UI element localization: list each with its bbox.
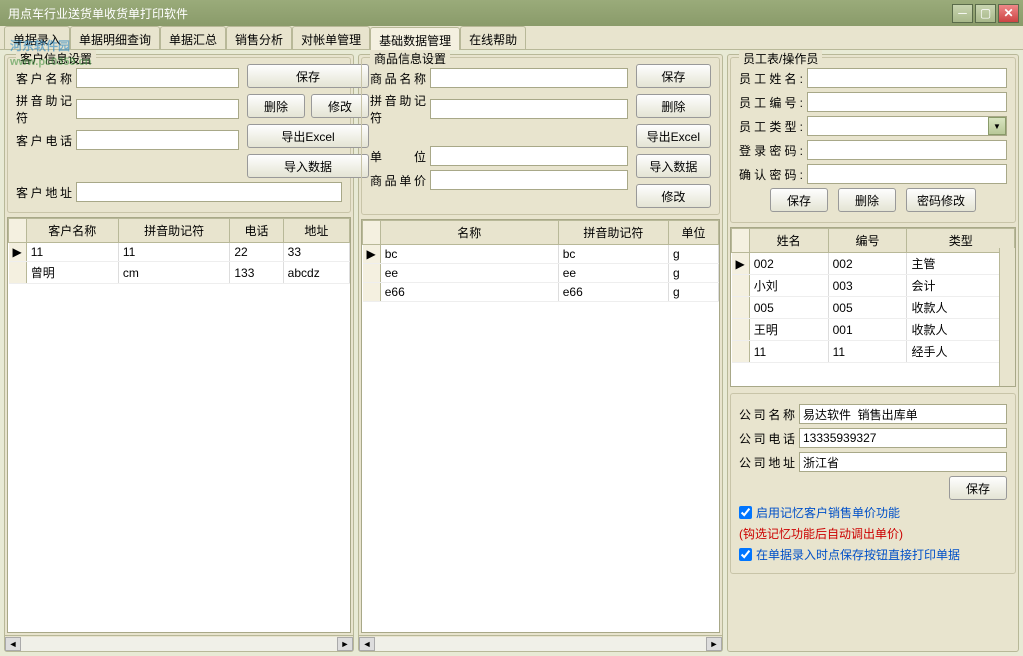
window-title: 用点车行业送货单收货单打印软件 bbox=[4, 5, 950, 22]
table-row[interactable]: 005005收款人 bbox=[732, 297, 1015, 319]
table-row[interactable]: 小刘003会计 bbox=[732, 275, 1015, 297]
close-button[interactable]: ✕ bbox=[998, 4, 1019, 23]
company-phone-input[interactable] bbox=[799, 428, 1007, 448]
emp-pwd-input[interactable] bbox=[807, 140, 1007, 160]
label-customer-address: 客户地址 bbox=[16, 184, 72, 201]
label-product-price: 商品单价 bbox=[370, 172, 426, 189]
label-emp-type: 员工类型: bbox=[739, 118, 803, 135]
customer-table[interactable]: 客户名称 拼音助记符 电话 地址 ▶11112233曾明cm133abcdz bbox=[7, 217, 351, 633]
label-product-pinyin: 拼音助记符 bbox=[370, 92, 426, 126]
minimize-button[interactable]: ─ bbox=[952, 4, 973, 23]
memory-checkbox[interactable] bbox=[739, 506, 752, 519]
product-table[interactable]: 名称 拼音助记符 单位 ▶bcbcgeeeege66e66g bbox=[361, 219, 720, 633]
tab-statement[interactable]: 对帐单管理 bbox=[292, 26, 370, 49]
customer-panel-title: 客户信息设置 bbox=[16, 50, 96, 67]
employee-vscrollbar[interactable] bbox=[999, 248, 1015, 386]
label-emp-pwd2: 确认密码: bbox=[739, 166, 803, 183]
emp-name-input[interactable] bbox=[807, 68, 1007, 88]
print-checkbox[interactable] bbox=[739, 548, 752, 561]
tab-detail-query[interactable]: 单据明细查询 bbox=[70, 26, 160, 49]
emp-id-input[interactable] bbox=[807, 92, 1007, 112]
label-customer-phone: 客户电话 bbox=[16, 132, 72, 149]
product-panel-title: 商品信息设置 bbox=[370, 50, 450, 67]
emp-type-select[interactable] bbox=[807, 116, 1007, 136]
customer-delete-button[interactable]: 删除 bbox=[247, 94, 305, 118]
table-row[interactable]: 曾明cm133abcdz bbox=[9, 262, 350, 284]
employee-table[interactable]: 姓名 编号 类型 ▶002002主管小刘003会计005005收款人王明001收… bbox=[730, 227, 1016, 387]
right-panel: 员工表/操作员 员工姓名: 员工编号: 员工类型: ▼ 登录密码: 确认密码: … bbox=[727, 54, 1019, 652]
memory-hint: (钩选记忆功能后自动调出单价) bbox=[739, 525, 1007, 542]
tab-summary[interactable]: 单据汇总 bbox=[160, 26, 226, 49]
chevron-down-icon[interactable]: ▼ bbox=[988, 117, 1006, 135]
customer-save-button[interactable]: 保存 bbox=[247, 64, 369, 88]
memory-label: 启用记忆客户销售单价功能 bbox=[756, 504, 900, 521]
customer-scrollbar[interactable]: ◄► bbox=[5, 635, 353, 651]
product-modify-button[interactable]: 修改 bbox=[636, 184, 711, 208]
customer-pinyin-input[interactable] bbox=[76, 99, 239, 119]
menu-bar: 单据录入 单据明细查询 单据汇总 销售分析 对帐单管理 基础数据管理 在线帮助 bbox=[0, 26, 1023, 50]
product-import-button[interactable]: 导入数据 bbox=[636, 154, 711, 178]
product-scrollbar[interactable]: ◄► bbox=[359, 635, 722, 651]
tab-entry[interactable]: 单据录入 bbox=[4, 26, 70, 49]
label-emp-name: 员工姓名: bbox=[739, 70, 803, 87]
title-bar: 用点车行业送货单收货单打印软件 ─ ▢ ✕ bbox=[0, 0, 1023, 26]
customer-name-input[interactable] bbox=[76, 68, 239, 88]
table-row[interactable]: ▶bcbcg bbox=[363, 245, 719, 264]
table-row[interactable]: 1111经手人 bbox=[732, 341, 1015, 363]
company-save-button[interactable]: 保存 bbox=[949, 476, 1007, 500]
product-price-input[interactable] bbox=[430, 170, 628, 190]
emp-delete-button[interactable]: 删除 bbox=[838, 188, 896, 212]
product-save-button[interactable]: 保存 bbox=[636, 64, 711, 88]
print-label: 在单据录入时点保存按钮直接打印单据 bbox=[756, 546, 960, 563]
product-pinyin-input[interactable] bbox=[430, 99, 628, 119]
product-name-input[interactable] bbox=[430, 68, 628, 88]
label-company-address: 公司地址 bbox=[739, 454, 795, 471]
label-emp-pwd: 登录密码: bbox=[739, 142, 803, 159]
customer-panel: 客户信息设置 客户名称 拼音助记符 客户电话 bbox=[4, 54, 354, 652]
product-export-button[interactable]: 导出Excel bbox=[636, 124, 711, 148]
label-customer-name: 客户名称 bbox=[16, 70, 72, 87]
tab-help[interactable]: 在线帮助 bbox=[460, 26, 526, 49]
table-row[interactable]: eeeeg bbox=[363, 264, 719, 283]
emp-pwd2-input[interactable] bbox=[807, 164, 1007, 184]
tab-sales-analysis[interactable]: 销售分析 bbox=[226, 26, 292, 49]
label-customer-pinyin: 拼音助记符 bbox=[16, 92, 72, 126]
company-address-input[interactable] bbox=[799, 452, 1007, 472]
table-row[interactable]: e66e66g bbox=[363, 283, 719, 302]
table-row[interactable]: ▶002002主管 bbox=[732, 253, 1015, 275]
company-name-input[interactable] bbox=[799, 404, 1007, 424]
label-emp-id: 员工编号: bbox=[739, 94, 803, 111]
customer-address-input[interactable] bbox=[76, 182, 342, 202]
customer-export-button[interactable]: 导出Excel bbox=[247, 124, 369, 148]
label-product-name: 商品名称 bbox=[370, 70, 426, 87]
customer-import-button[interactable]: 导入数据 bbox=[247, 154, 369, 178]
product-unit-input[interactable] bbox=[430, 146, 628, 166]
product-delete-button[interactable]: 删除 bbox=[636, 94, 711, 118]
table-row[interactable]: ▶11112233 bbox=[9, 243, 350, 262]
emp-pwdmod-button[interactable]: 密码修改 bbox=[906, 188, 976, 212]
label-company-name: 公司名称 bbox=[739, 406, 795, 423]
emp-save-button[interactable]: 保存 bbox=[770, 188, 828, 212]
customer-phone-input[interactable] bbox=[76, 130, 239, 150]
employee-panel-title: 员工表/操作员 bbox=[739, 50, 822, 67]
tab-base-data[interactable]: 基础数据管理 bbox=[370, 27, 460, 50]
product-panel: 商品信息设置 商品名称 拼音助记符 单位 bbox=[358, 54, 723, 652]
table-row[interactable]: 王明001收款人 bbox=[732, 319, 1015, 341]
maximize-button[interactable]: ▢ bbox=[975, 4, 996, 23]
label-company-phone: 公司电话 bbox=[739, 430, 795, 447]
label-product-unit: 单位 bbox=[370, 148, 426, 165]
